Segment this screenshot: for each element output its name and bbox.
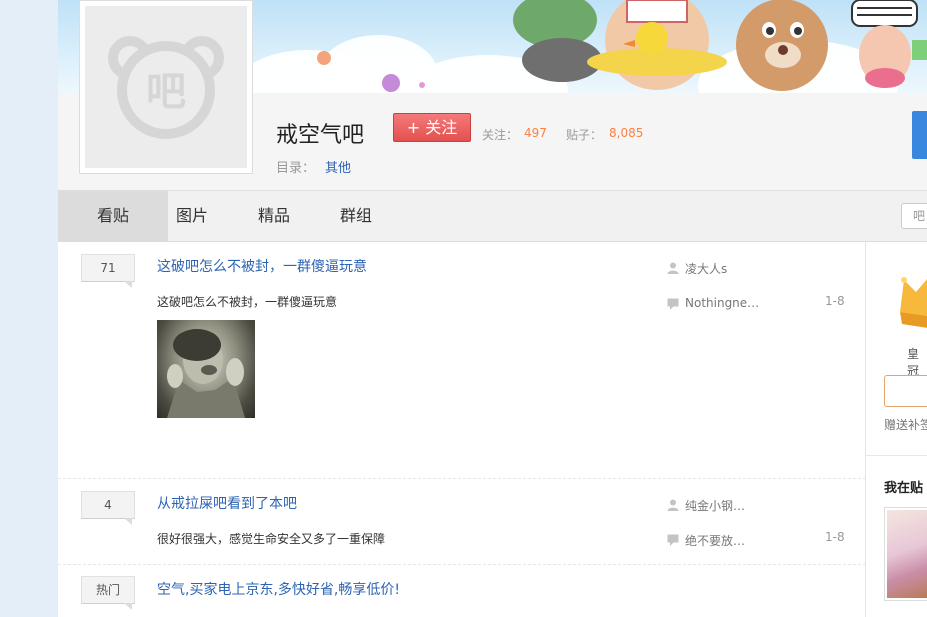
thread-list: 71 这破吧怎么不被封，一群傻逼玩意 这破吧怎么不被封，一群傻逼玩意 凌大人s … xyxy=(58,242,866,617)
thread-abstract: 这破吧怎么不被封，一群傻逼玩意 xyxy=(157,295,338,309)
tab-groups[interactable]: 群组 xyxy=(321,191,391,241)
directory-link[interactable]: 其他 xyxy=(325,157,351,176)
thread-author[interactable]: 纯金小钢… xyxy=(685,497,745,514)
follow-count-label: 关注： xyxy=(482,128,519,142)
bear-logo-icon: 吧 xyxy=(108,36,224,139)
reply-count-badge: 4 xyxy=(81,491,135,525)
thread-title[interactable]: 从戒拉屎吧看到了本吧 xyxy=(157,493,297,513)
avatar-text: 吧 xyxy=(146,69,186,115)
follow-button[interactable]: + 关注 xyxy=(393,113,471,142)
forum-name[interactable]: 戒空气吧 xyxy=(276,117,364,149)
gift-note: 赠送补签 xyxy=(884,418,927,432)
tab-featured[interactable]: 精品 xyxy=(239,191,309,241)
thread-title[interactable]: 空气,买家电上京东,多快好省,畅享低价! xyxy=(157,579,400,599)
directory-label: 目录： xyxy=(276,161,316,176)
thread-abstract: 很好很强大，感觉生命安全又多了一重保障 xyxy=(157,532,386,546)
thread-thumbnail-photo xyxy=(167,329,245,418)
author-icon xyxy=(667,262,679,274)
forum-search-input[interactable]: 吧 xyxy=(901,203,927,229)
reply-count-badge: 71 xyxy=(81,254,135,288)
tab-posts[interactable]: 看贴 xyxy=(58,191,168,241)
sidebar-image[interactable] xyxy=(884,507,927,601)
thread-item: 71 这破吧怎么不被封，一群傻逼玩意 这破吧怎么不被封，一群傻逼玩意 凌大人s … xyxy=(58,242,866,479)
last-reply-icon xyxy=(667,298,679,310)
post-count-label: 贴子： xyxy=(566,128,603,142)
gift-input[interactable] xyxy=(884,375,927,407)
sidebar-image-picture xyxy=(887,510,927,598)
thread-item: 4 从戒拉屎吧看到了本吧 很好很强大，感觉生命安全又多了一重保障 纯金小钢… 绝… xyxy=(58,479,866,565)
last-reply-icon xyxy=(667,534,679,546)
author-icon xyxy=(667,499,679,511)
thread-thumbnail[interactable] xyxy=(157,320,255,418)
last-replier[interactable]: Nothingne… xyxy=(685,296,759,310)
last-reply-time: 1-8 xyxy=(825,530,845,544)
forum-avatar[interactable]: 吧 xyxy=(79,0,253,174)
hot-badge: 热门 xyxy=(81,576,135,610)
crown-label: 皇冠 xyxy=(907,347,920,378)
last-replier[interactable]: 绝不要放… xyxy=(685,532,745,549)
thread-author[interactable]: 凌大人s xyxy=(685,260,727,277)
sidebar-divider xyxy=(866,455,927,456)
follow-count: 497 xyxy=(524,126,547,140)
sidebar-section-title: 我在贴 xyxy=(884,481,924,496)
last-reply-time: 1-8 xyxy=(825,294,845,308)
forum-avatar-image: 吧 xyxy=(85,6,247,168)
forum-tabs: 看贴 图片 精品 群组 xyxy=(58,191,927,242)
crown-icon[interactable] xyxy=(898,272,927,334)
sign-in-button[interactable] xyxy=(912,111,927,159)
tab-images[interactable]: 图片 xyxy=(157,191,227,241)
thread-item: 热门 空气,买家电上京东,多快好省,畅享低价! xyxy=(58,565,866,617)
banner-cartoon-illustration xyxy=(513,0,927,91)
post-count: 8,085 xyxy=(609,126,644,140)
thread-title[interactable]: 这破吧怎么不被封，一群傻逼玩意 xyxy=(157,256,367,276)
